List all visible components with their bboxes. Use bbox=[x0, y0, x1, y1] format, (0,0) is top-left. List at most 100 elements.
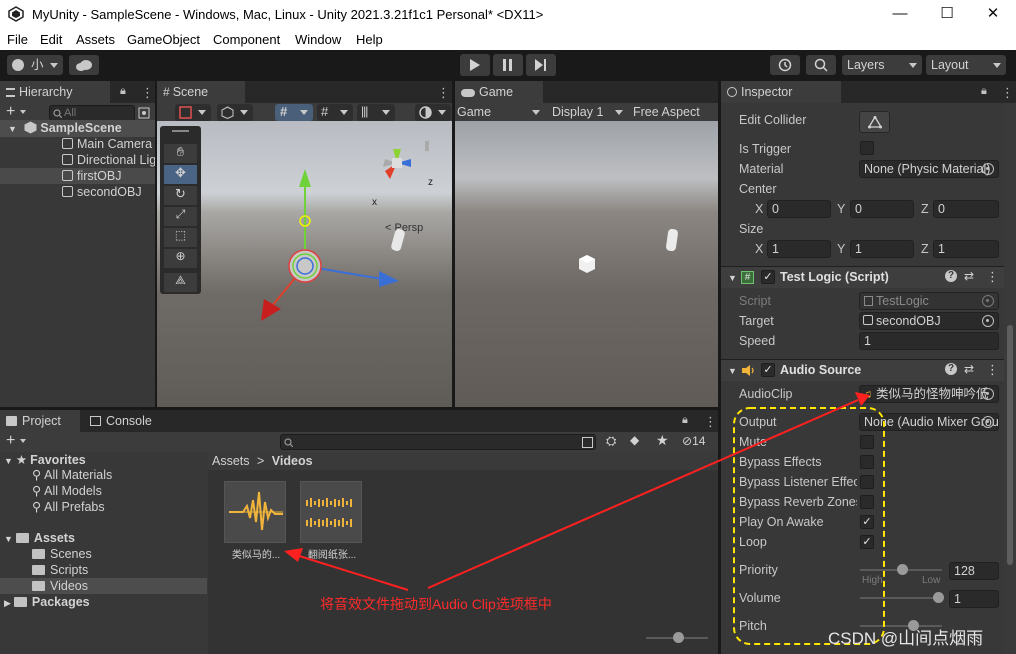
audioclip-field[interactable]: ♫ 类似马的怪物呻吟低 bbox=[859, 385, 999, 403]
lock-icon[interactable]: 🔒︎ bbox=[120, 85, 126, 98]
snap-increment-dropdown[interactable]: # bbox=[317, 104, 353, 121]
object-picker-icon[interactable] bbox=[982, 163, 994, 175]
grid-snap-dropdown[interactable]: # bbox=[275, 104, 313, 121]
project-menu-icon[interactable]: ⋮ bbox=[704, 414, 717, 430]
scrollbar-thumb[interactable] bbox=[1007, 325, 1013, 565]
help-icon[interactable]: ? bbox=[945, 363, 957, 375]
expand-triangle-icon[interactable]: ▼ bbox=[8, 124, 17, 134]
asset-folder-videos[interactable]: Videos bbox=[0, 578, 207, 594]
cloud-button[interactable] bbox=[69, 55, 99, 75]
test-logic-header[interactable]: ▼ # ✓ Test Logic (Script) ? ⇄ ⋮ bbox=[721, 266, 1004, 288]
aspect-dropdown[interactable]: Free Aspect bbox=[633, 103, 718, 122]
scene-row[interactable]: ▼ SampleScene bbox=[0, 120, 155, 137]
volume-slider-thumb[interactable] bbox=[933, 592, 944, 603]
minimize-button[interactable]: — bbox=[890, 4, 910, 24]
presets-icon[interactable]: ⇄ bbox=[964, 362, 974, 376]
asset-folder-scripts[interactable]: Scripts bbox=[32, 562, 88, 578]
favorite-item[interactable]: ⚲ All Materials bbox=[32, 467, 112, 483]
lock-icon[interactable]: 🔒︎ bbox=[981, 85, 987, 98]
play-button[interactable] bbox=[460, 54, 490, 76]
game-viewport[interactable] bbox=[455, 121, 718, 407]
expand-triangle-icon[interactable]: ▶ bbox=[4, 598, 11, 608]
size-x-field[interactable]: 1 bbox=[767, 240, 831, 258]
component-menu-icon[interactable]: ⋮ bbox=[986, 362, 999, 378]
bypass-listener-checkbox[interactable] bbox=[860, 475, 874, 489]
search-button[interactable] bbox=[806, 55, 836, 75]
loop-checkbox[interactable]: ✓ bbox=[860, 535, 874, 549]
menu-component[interactable]: Component bbox=[213, 32, 280, 47]
menu-gameobject[interactable]: GameObject bbox=[127, 32, 200, 47]
object-picker-icon[interactable] bbox=[982, 315, 994, 327]
project-search-input[interactable] bbox=[280, 434, 596, 450]
scene-menu-icon[interactable]: ⋮ bbox=[437, 85, 450, 101]
center-x-field[interactable]: 0 bbox=[767, 200, 831, 218]
tab-game[interactable]: Game bbox=[455, 81, 543, 103]
component-menu-icon[interactable]: ⋮ bbox=[986, 269, 999, 285]
speed-field[interactable]: 1 bbox=[859, 332, 999, 350]
expand-triangle-icon[interactable]: ▼ bbox=[4, 456, 13, 466]
chevron-down-icon[interactable] bbox=[20, 110, 26, 114]
shading-dropdown[interactable] bbox=[217, 104, 253, 121]
tab-hierarchy[interactable]: Hierarchy bbox=[0, 81, 110, 103]
tab-inspector[interactable]: Inspector bbox=[721, 81, 841, 103]
layout-dropdown[interactable]: Layout bbox=[926, 55, 1006, 75]
chevron-down-icon[interactable] bbox=[20, 439, 26, 443]
draw-mode-dropdown[interactable] bbox=[175, 104, 211, 121]
pause-button[interactable] bbox=[493, 54, 523, 76]
display-dropdown[interactable]: Display 1 bbox=[552, 103, 628, 122]
step-button[interactable] bbox=[526, 54, 556, 76]
hierarchy-item-directional-light[interactable]: Directional Light bbox=[0, 152, 155, 168]
volume-field[interactable]: 1 bbox=[949, 590, 999, 608]
audio-file-thumbnail[interactable] bbox=[224, 481, 286, 543]
add-icon[interactable]: + bbox=[6, 432, 15, 450]
menu-help[interactable]: Help bbox=[356, 32, 383, 47]
assets-row[interactable]: ▼ Assets bbox=[4, 530, 75, 546]
hierarchy-item-firstobj[interactable]: firstOBJ bbox=[0, 168, 155, 184]
view-options-dropdown[interactable] bbox=[415, 104, 451, 121]
expand-triangle-icon[interactable]: ▼ bbox=[4, 534, 13, 544]
breadcrumb-videos[interactable]: Videos bbox=[272, 454, 313, 468]
size-z-field[interactable]: 1 bbox=[933, 240, 999, 258]
maximize-button[interactable]: ☐ bbox=[937, 4, 957, 24]
audio-source-enabled-checkbox[interactable]: ✓ bbox=[761, 363, 775, 377]
bypass-effects-checkbox[interactable] bbox=[860, 455, 874, 469]
center-y-field[interactable]: 0 bbox=[850, 200, 914, 218]
hierarchy-item-secondobj[interactable]: secondOBJ bbox=[0, 184, 155, 200]
thumbnail-size-thumb[interactable] bbox=[673, 632, 684, 643]
volume-slider-track[interactable] bbox=[860, 597, 942, 599]
asset-folder-scenes[interactable]: Scenes bbox=[32, 546, 92, 562]
menu-file[interactable]: File bbox=[7, 32, 28, 47]
filter-icon[interactable] bbox=[138, 107, 150, 119]
target-field[interactable]: secondOBJ bbox=[859, 312, 999, 330]
expand-triangle-icon[interactable]: ▼ bbox=[728, 273, 737, 283]
layers-dropdown[interactable]: Layers bbox=[842, 55, 922, 75]
increment-snap-dropdown[interactable]: ||| bbox=[357, 104, 395, 121]
priority-slider-thumb[interactable] bbox=[897, 564, 908, 575]
menu-edit[interactable]: Edit bbox=[40, 32, 62, 47]
add-icon[interactable]: + bbox=[6, 103, 15, 121]
size-y-field[interactable]: 1 bbox=[850, 240, 914, 258]
bypass-reverb-checkbox[interactable] bbox=[860, 495, 874, 509]
packages-row[interactable]: ▶ Packages bbox=[4, 594, 90, 610]
favorite-item[interactable]: ⚲ All Models bbox=[32, 483, 102, 499]
breadcrumb-assets[interactable]: Assets bbox=[212, 454, 250, 468]
scene-viewport[interactable]: ✋︎ ✥ ↻ ⤢ ⬚ ⊕ ⟁ z x < Persp bbox=[157, 121, 452, 407]
audio-file-thumbnail[interactable] bbox=[300, 481, 362, 543]
inspector-scrollbar[interactable] bbox=[1004, 103, 1016, 654]
tab-scene[interactable]: # Scene bbox=[157, 81, 245, 103]
label-tag-icon[interactable]: ◆ bbox=[630, 433, 639, 447]
help-icon[interactable]: ? bbox=[945, 270, 957, 282]
search-filter-icon[interactable] bbox=[582, 437, 593, 448]
game-mode-dropdown[interactable]: Game bbox=[457, 103, 545, 122]
hierarchy-menu-icon[interactable]: ⋮ bbox=[141, 85, 154, 101]
hidden-packages-toggle[interactable]: ⊘14 bbox=[682, 434, 705, 448]
audio-source-header[interactable]: ▼ ✓ Audio Source ? ⇄ ⋮ bbox=[721, 359, 1004, 381]
presets-icon[interactable]: ⇄ bbox=[964, 269, 974, 283]
undo-history-button[interactable] bbox=[770, 55, 800, 75]
search-by-type-icon[interactable]: ⛭ bbox=[606, 433, 616, 449]
hierarchy-item-main-camera[interactable]: Main Camera bbox=[0, 136, 155, 152]
inspector-menu-icon[interactable]: ⋮ bbox=[1001, 85, 1014, 101]
is-trigger-checkbox[interactable] bbox=[860, 141, 874, 155]
favorites-row[interactable]: ▼ ★ Favorites bbox=[4, 452, 86, 468]
audio-file-label[interactable]: 翻阅纸张... bbox=[294, 546, 370, 561]
